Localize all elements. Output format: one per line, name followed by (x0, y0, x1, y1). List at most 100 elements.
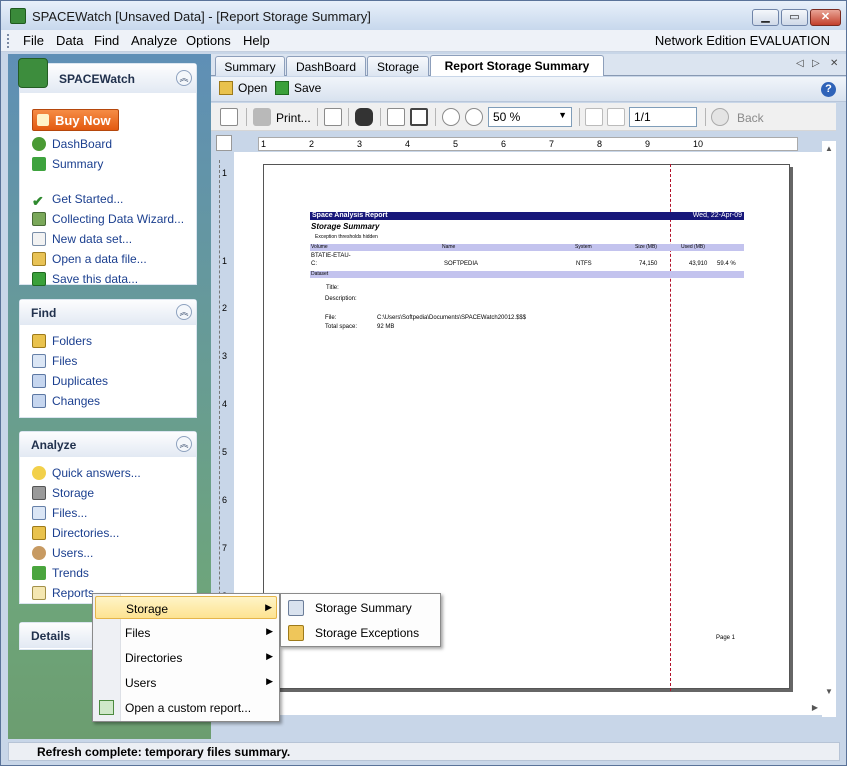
link-summary-label: Summary (52, 157, 104, 171)
document-map-icon[interactable] (220, 108, 238, 126)
menu-help[interactable]: Help (243, 33, 270, 48)
link-get-started[interactable]: ✔ Get Started... (32, 192, 123, 210)
link-users[interactable]: Users... (32, 546, 93, 564)
help-icon[interactable]: ? (821, 82, 836, 97)
link-files[interactable]: Files (32, 354, 77, 372)
toolbar-separator (246, 108, 247, 126)
menu-item-directories-label: Directories (125, 651, 183, 665)
minimize-button[interactable]: ▁ (752, 9, 779, 26)
analyze-panel-header[interactable]: Analyze ︽ (20, 432, 196, 458)
page-up-icon[interactable] (585, 108, 603, 126)
scroll-right-icon[interactable]: ▶ (812, 703, 818, 712)
ruler-mark: 9 (645, 139, 651, 149)
collapse-icon[interactable]: ︽ (176, 436, 192, 452)
link-storage-label: Storage (52, 486, 95, 500)
scroll-up-icon[interactable]: ▲ (825, 144, 833, 153)
tab-storage[interactable]: Storage (367, 56, 429, 76)
horizontal-scrollbar[interactable]: ◀ ▶ (234, 701, 822, 715)
printer-icon[interactable] (253, 108, 271, 126)
link-quick-answers[interactable]: Quick answers... (32, 466, 141, 484)
link-dashboard-label: DashBoard (52, 137, 113, 151)
menu-item-storage-summary[interactable]: Storage Summary (283, 596, 440, 619)
link-reports[interactable]: Reports (32, 586, 94, 604)
menu-item-storage[interactable]: Storage ▶ (95, 596, 277, 619)
link-summary[interactable]: Summary (32, 157, 103, 175)
link-dashboard[interactable]: DashBoard (32, 137, 112, 155)
toolbar-separator (435, 108, 436, 126)
menu-analyze[interactable]: Analyze (131, 33, 177, 48)
page-number-field[interactable]: 1/1 (629, 107, 697, 127)
link-changes[interactable]: Changes (32, 394, 100, 412)
folder-search-icon (32, 334, 46, 348)
copy-icon[interactable] (324, 108, 342, 126)
col-name: Name (442, 244, 456, 250)
tab-next-icon[interactable]: ▷ (812, 58, 820, 69)
menubar-grip[interactable] (7, 34, 10, 48)
multi-page-icon[interactable] (410, 108, 428, 126)
menu-item-open-custom-report[interactable]: Open a custom report... (95, 696, 277, 719)
open-folder-icon (32, 252, 46, 266)
menu-file[interactable]: File (23, 33, 44, 48)
buy-now-button[interactable]: Buy Now (32, 109, 119, 131)
scroll-down-icon[interactable]: ▼ (825, 687, 833, 696)
link-new-data-set[interactable]: New data set... (32, 232, 132, 250)
menu-item-files[interactable]: Files ▶ (95, 621, 277, 644)
link-folders-label: Folders (52, 334, 93, 348)
file-value: C:\Users\Softpedia\Documents\SPACEWatch2… (377, 315, 527, 321)
zoom-out-icon[interactable] (442, 108, 460, 126)
tab-close-icon[interactable]: ✕ (830, 58, 838, 69)
minimize-icon: ▁ (761, 11, 770, 23)
menu-data[interactable]: Data (56, 33, 83, 48)
tab-report-storage-summary[interactable]: Report Storage Summary (430, 55, 604, 76)
link-analyze-files[interactable]: Files... (32, 506, 87, 524)
save-icon (275, 81, 289, 95)
print-button[interactable]: Print... (276, 111, 311, 125)
link-save-data[interactable]: Save this data... (32, 272, 138, 290)
open-button[interactable]: Open (219, 81, 267, 95)
zoom-select[interactable]: 50 % ▼ (488, 107, 572, 127)
back-arrow-icon[interactable] (711, 108, 729, 126)
binoculars-icon[interactable] (355, 108, 373, 126)
menu-item-storage-exceptions[interactable]: Storage Exceptions (283, 621, 440, 644)
row-volume-1: BTATIE-ETAU- (311, 253, 351, 259)
link-duplicates[interactable]: Duplicates (32, 374, 108, 392)
tab-dashboard[interactable]: DashBoard (286, 56, 366, 76)
row-volume-2: C: (311, 261, 317, 267)
report-icon (32, 586, 46, 600)
collapse-icon[interactable]: ︽ (176, 304, 192, 320)
app-icon[interactable] (10, 8, 26, 24)
close-button[interactable]: ✕ (810, 9, 841, 26)
total-value: 92 MB (377, 324, 395, 330)
zoom-in-icon[interactable] (465, 108, 483, 126)
submenu-arrow-icon: ▶ (266, 626, 273, 636)
menu-item-users[interactable]: Users ▶ (95, 671, 277, 694)
link-open-data-file[interactable]: Open a data file... (32, 252, 147, 270)
menu-find[interactable]: Find (94, 33, 119, 48)
menu-options[interactable]: Options (186, 33, 231, 48)
tab-prev-icon[interactable]: ◁ (796, 58, 804, 69)
link-storage[interactable]: Storage (32, 486, 94, 504)
vertical-scrollbar[interactable]: ▲ ▼ (822, 141, 836, 717)
link-collecting-wizard[interactable]: Collecting Data Wizard... (32, 212, 184, 230)
tab-summary[interactable]: Summary (215, 56, 285, 76)
cart-icon (37, 114, 49, 126)
dataset-band: Dataset (310, 271, 744, 278)
link-folders[interactable]: Folders (32, 334, 92, 352)
link-directories[interactable]: Directories... (32, 526, 119, 544)
back-button[interactable]: Back (737, 111, 764, 125)
collapse-icon[interactable]: ︽ (176, 70, 192, 86)
single-page-icon[interactable] (387, 108, 405, 126)
page-down-icon[interactable] (607, 108, 625, 126)
find-panel-header[interactable]: Find ︽ (20, 300, 196, 326)
menu-item-directories[interactable]: Directories ▶ (95, 646, 277, 669)
maximize-button[interactable]: ▭ (781, 9, 808, 26)
vruler-mark: 1 (222, 256, 228, 266)
dashboard-icon (32, 137, 46, 151)
link-trends[interactable]: Trends (32, 566, 89, 584)
spacewatch-panel-header[interactable]: SPACEWatch ︽ (18, 58, 196, 94)
title-label: Title: (326, 285, 339, 291)
link-changes-label: Changes (52, 394, 101, 408)
page-label: Page 1 (716, 635, 736, 641)
save-button[interactable]: Save (275, 81, 321, 95)
link-new-data-set-label: New data set... (52, 232, 133, 246)
